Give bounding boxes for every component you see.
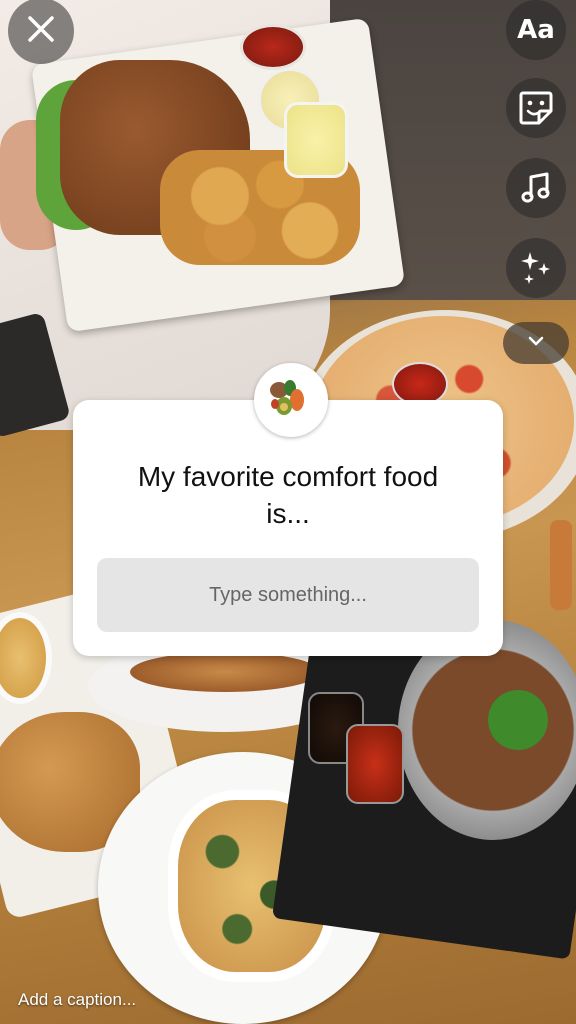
sauce-cup-mayo-2 (284, 102, 348, 178)
question-sticker[interactable]: My favorite comfort food is... (73, 400, 503, 656)
music-note-icon (519, 171, 553, 205)
sticker-question: My favorite comfort food is... (93, 458, 483, 532)
sticker-tool-button[interactable] (506, 78, 566, 138)
text-tool-label: Aa (517, 15, 555, 45)
pan-handle (550, 520, 572, 610)
pasta (130, 652, 320, 692)
question-line-1: My favorite comfort food (137, 461, 439, 492)
herbs (488, 690, 548, 750)
text-tool-button[interactable]: Aa (506, 0, 566, 60)
collapse-tools-button[interactable] (503, 322, 569, 364)
close-icon (26, 14, 56, 49)
sparkles-icon (517, 249, 555, 287)
chevron-down-icon (526, 334, 546, 353)
answer-input[interactable] (97, 558, 479, 632)
sticker-avatar (254, 363, 328, 437)
sticker-face-icon (517, 89, 555, 127)
effects-tool-button[interactable] (506, 238, 566, 298)
caption-input[interactable]: Add a caption... (18, 990, 136, 1010)
sauce-cup-red (240, 24, 306, 70)
chili-cup (346, 724, 404, 804)
close-button[interactable] (8, 0, 74, 64)
music-tool-button[interactable] (506, 158, 566, 218)
question-line-2: is... (266, 498, 310, 529)
